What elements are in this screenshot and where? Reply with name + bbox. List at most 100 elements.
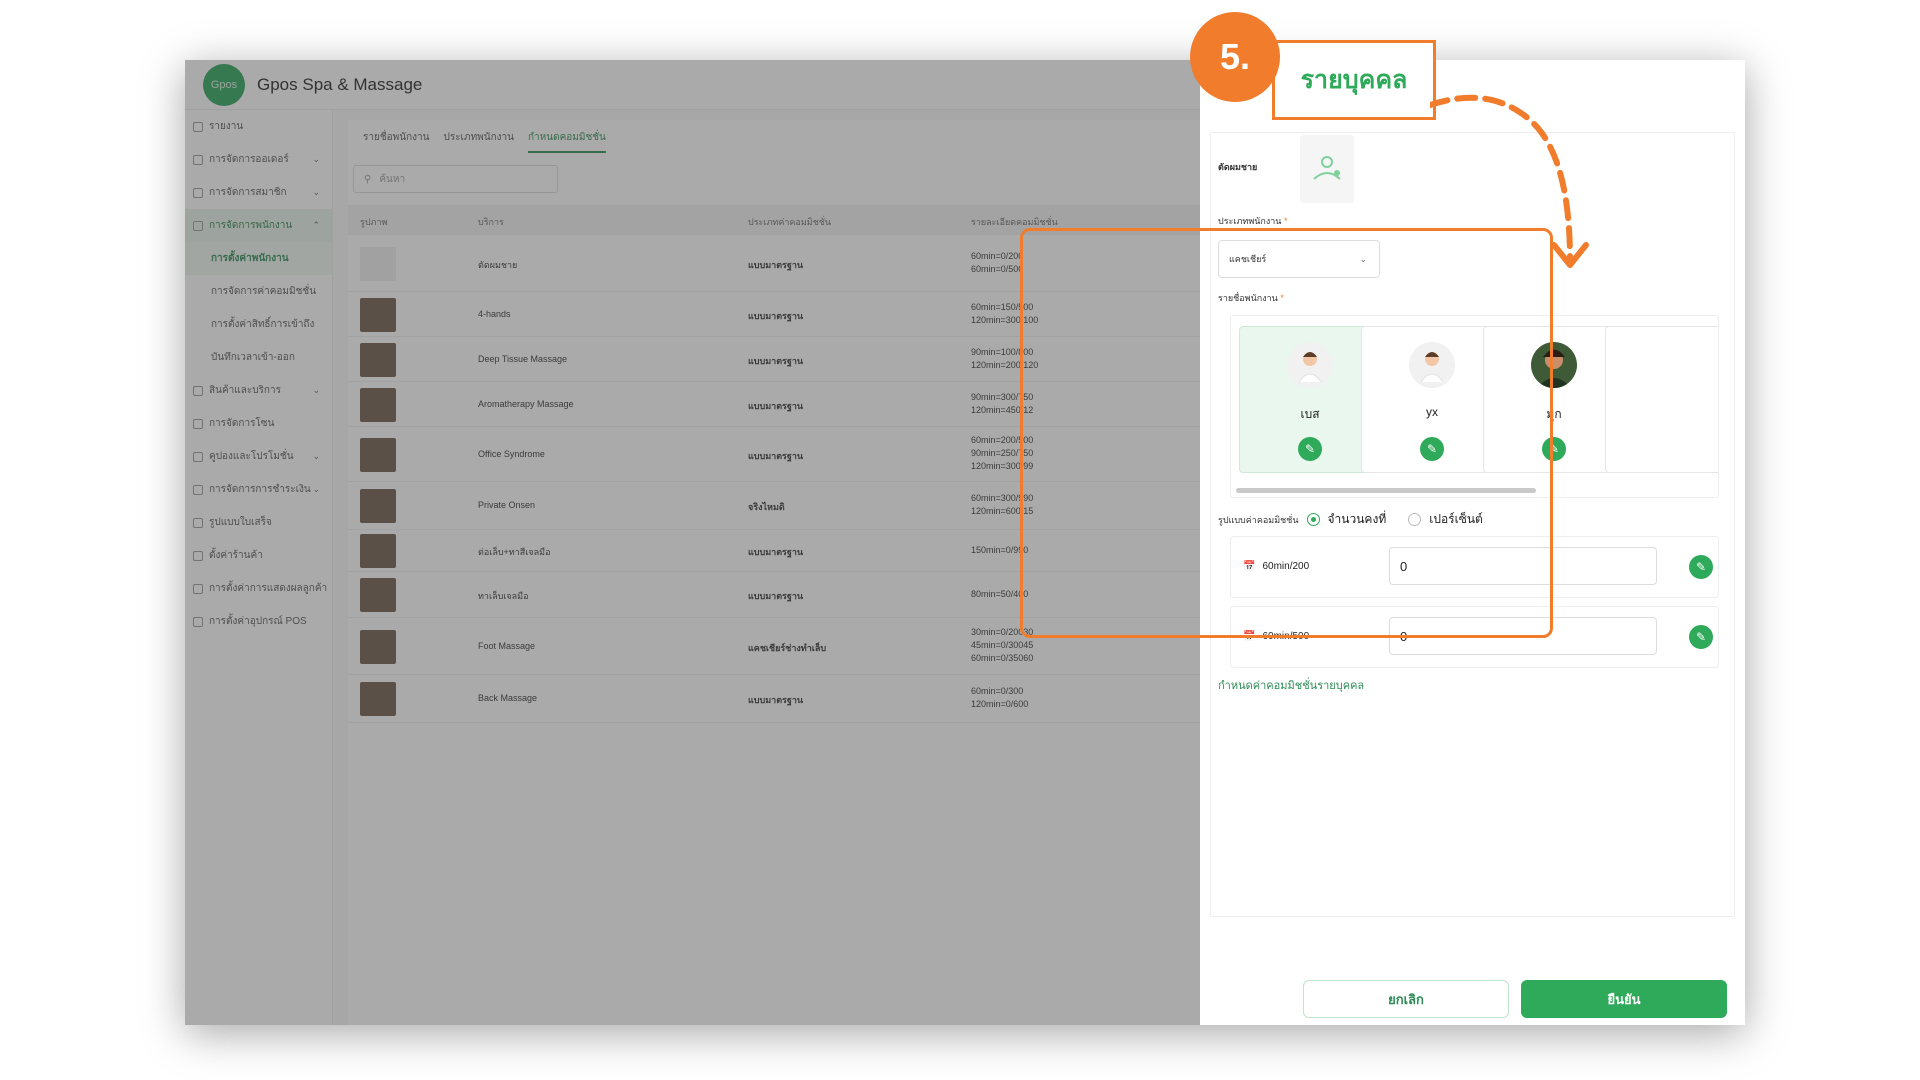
chevron-down-icon: ⌄ [312,187,320,197]
commission-type-cell: แคชเชียร์ช่างทำเล็บ [748,642,827,653]
edit-icon[interactable]: ✎ [1689,555,1713,579]
menu-icon [193,583,203,594]
service-name-cell: Aromatherapy Massage [478,398,574,409]
service-thumbnail [360,246,396,281]
sidebar: รายงาน การจัดการออเดอร์ ⌄ การจัดการสมาชิก ⌄ ก… [185,110,333,1025]
brand-logo: Gpos [203,64,245,106]
sidebar-item[interactable]: สินค้าและบริการ ⌄ [185,374,332,407]
tab-commission[interactable]: กำหนดคอมมิชชั่น [527,130,606,153]
edit-icon[interactable]: ✎ [1689,625,1713,649]
column-header-image: รูปภาพ [360,217,388,227]
sidebar-item[interactable]: การจัดการสมาชิก ⌄ [185,176,332,209]
sidebar-subitem[interactable]: บันทึกเวลาเข้า-ออก [185,341,332,374]
sidebar-item[interactable]: การจัดการพนักงาน ⌃ [185,209,332,242]
column-header-details: รายละเอียดคอมมิชชั่น [971,217,1058,227]
service-name: ตัดผมชาย [1218,162,1258,172]
sidebar-subitem[interactable]: การจัดการค่าคอมมิชชั่น [185,275,332,308]
required-mark: * [1283,216,1288,226]
sidebar-item[interactable]: คูปองและโปรโมชั่น ⌄ [185,440,332,473]
commission-type-cell: แบบมาตรฐาน [748,591,804,601]
sidebar-item-label: รูปแบบใบเสร็จ [209,517,272,528]
staff-type-label-text: ประเภทพนักงาน [1218,216,1282,226]
sidebar-item-label: การจัดการโซน [209,418,275,429]
commission-detail-cell: 60min=0/35060 [971,653,1034,663]
menu-icon [193,517,203,528]
service-thumbnail [360,489,396,523]
sidebar-item[interactable]: การจัดการออเดอร์ ⌄ [185,143,332,176]
menu-icon [193,418,203,429]
service-image [1300,135,1354,203]
sidebar-item-label: การตั้งค่าการแสดงผลลูกค้า [209,583,328,594]
service-name-cell: Private Onsen [478,500,536,510]
logo-text: Gpos [210,79,238,91]
menu-icon [193,154,203,165]
menu-icon [193,616,203,627]
individual-commission-link[interactable]: กำหนดค่าคอมมิชชั่นรายบุคคล [1218,676,1364,694]
chevron-down-icon: ⌄ [312,451,320,461]
top-bar: Gpos Gpos Spa & Massage [185,60,1200,110]
commission-detail-cell: 60min=0/200 [971,250,1024,261]
commission-type-cell: แบบมาตรฐาน [748,547,804,557]
sidebar-item-label: การจัดการการชำระเงิน [209,484,311,495]
sidebar-item-label: ตั้งค่าร้านค้า [209,550,263,561]
service-name-cell: Deep Tissue Massage [478,353,568,364]
commission-detail-cell: 45min=0/30045 [971,640,1034,650]
dashed-arrow-icon [1430,94,1589,268]
service-thumbnail [360,342,396,377]
brand-name: Gpos Spa & Massage [257,75,423,94]
commission-type-cell: แบบมาตรฐาน [748,259,804,270]
cancel-button[interactable]: ยกเลิก [1303,980,1509,1018]
service-thumbnail [360,578,396,612]
sidebar-item-label: การจัดการสมาชิก [209,187,287,198]
service-name-cell: ต่อเล็บ+ทาสีเจลมือ [478,547,551,557]
sidebar-subitem[interactable]: การตั้งค่าสิทธิ์การเข้าถึง [185,308,332,341]
table-row[interactable]: Back Massage แบบมาตรฐาน 60min=0/300 120min=… [348,675,1200,723]
sidebar-item[interactable]: การตั้งค่าการแสดงผลลูกค้า [185,572,332,605]
step-title-box: รายบุคคล [1272,40,1436,120]
sidebar-item-label: การจัดการพนักงาน [209,220,293,231]
menu-icon [193,451,203,462]
commission-detail-cell: 120min=0/600 [971,699,1029,709]
service-name-cell: 4-hands [478,308,511,319]
sidebar-item[interactable]: การตั้งค่าอุปกรณ์ POS [185,605,332,638]
chevron-down-icon: ⌄ [312,154,320,164]
service-thumbnail [360,682,396,716]
tab-staff-type[interactable]: ประเภทพนักงาน [443,130,514,145]
annotation-highlight-box [1020,228,1553,638]
sidebar-item[interactable]: การจัดการโซน [185,407,332,440]
confirm-button[interactable]: ยืนยัน [1521,980,1727,1018]
column-header-type: ประเภทค่าคอมมิชชั่น [748,217,832,227]
commission-type-cell: แบบมาตรฐาน [748,400,804,411]
menu-icon [193,121,203,132]
service-name-cell: ทาเล็บเจลมือ [478,591,529,601]
menu-icon [193,220,203,231]
sidebar-subitem[interactable]: การตั้งค่าพนักงาน [185,242,332,275]
chevron-down-icon: ⌄ [312,385,320,395]
service-thumbnail [360,629,396,664]
tab-bar: รายชื่อพนักงาน ประเภทพนักงาน กำหนดคอมมิช… [348,120,1200,154]
menu-icon [193,187,203,198]
massage-icon [1313,156,1341,180]
service-thumbnail [360,297,396,332]
sidebar-item[interactable]: ตั้งค่าร้านค้า [185,539,332,572]
commission-type-cell: แบบมาตรฐาน [748,310,804,321]
service-name-cell: Foot Massage [478,640,536,651]
tab-staff-list[interactable]: รายชื่อพนักงาน [363,130,429,145]
menu-icon [193,484,203,495]
chevron-up-icon: ⌃ [312,220,320,230]
search-input[interactable]: ⚲ ค้นหา [353,165,558,193]
search-icon: ⚲ [364,173,372,185]
sidebar-item[interactable]: รายงาน [185,110,332,143]
commission-detail-cell: 60min=0/300 [971,686,1024,696]
commission-type-cell: แบบมาตรฐาน [748,355,804,366]
staff-card-partial[interactable] [1605,326,1718,473]
commission-type-cell: แบบมาตรฐาน [748,695,804,705]
commission-detail-cell: 60min=0/500 [971,263,1024,274]
service-name-cell: Back Massage [478,693,538,703]
sidebar-item-label: คูปองและโปรโมชั่น [209,451,294,462]
service-thumbnail [360,387,396,422]
staff-type-label: ประเภทพนักงาน * [1218,214,1288,228]
sidebar-item[interactable]: รูปแบบใบเสร็จ [185,506,332,539]
commission-type-cell: แบบมาตรฐาน [748,450,804,461]
sidebar-item[interactable]: การจัดการการชำระเงิน ⌄ [185,473,332,506]
